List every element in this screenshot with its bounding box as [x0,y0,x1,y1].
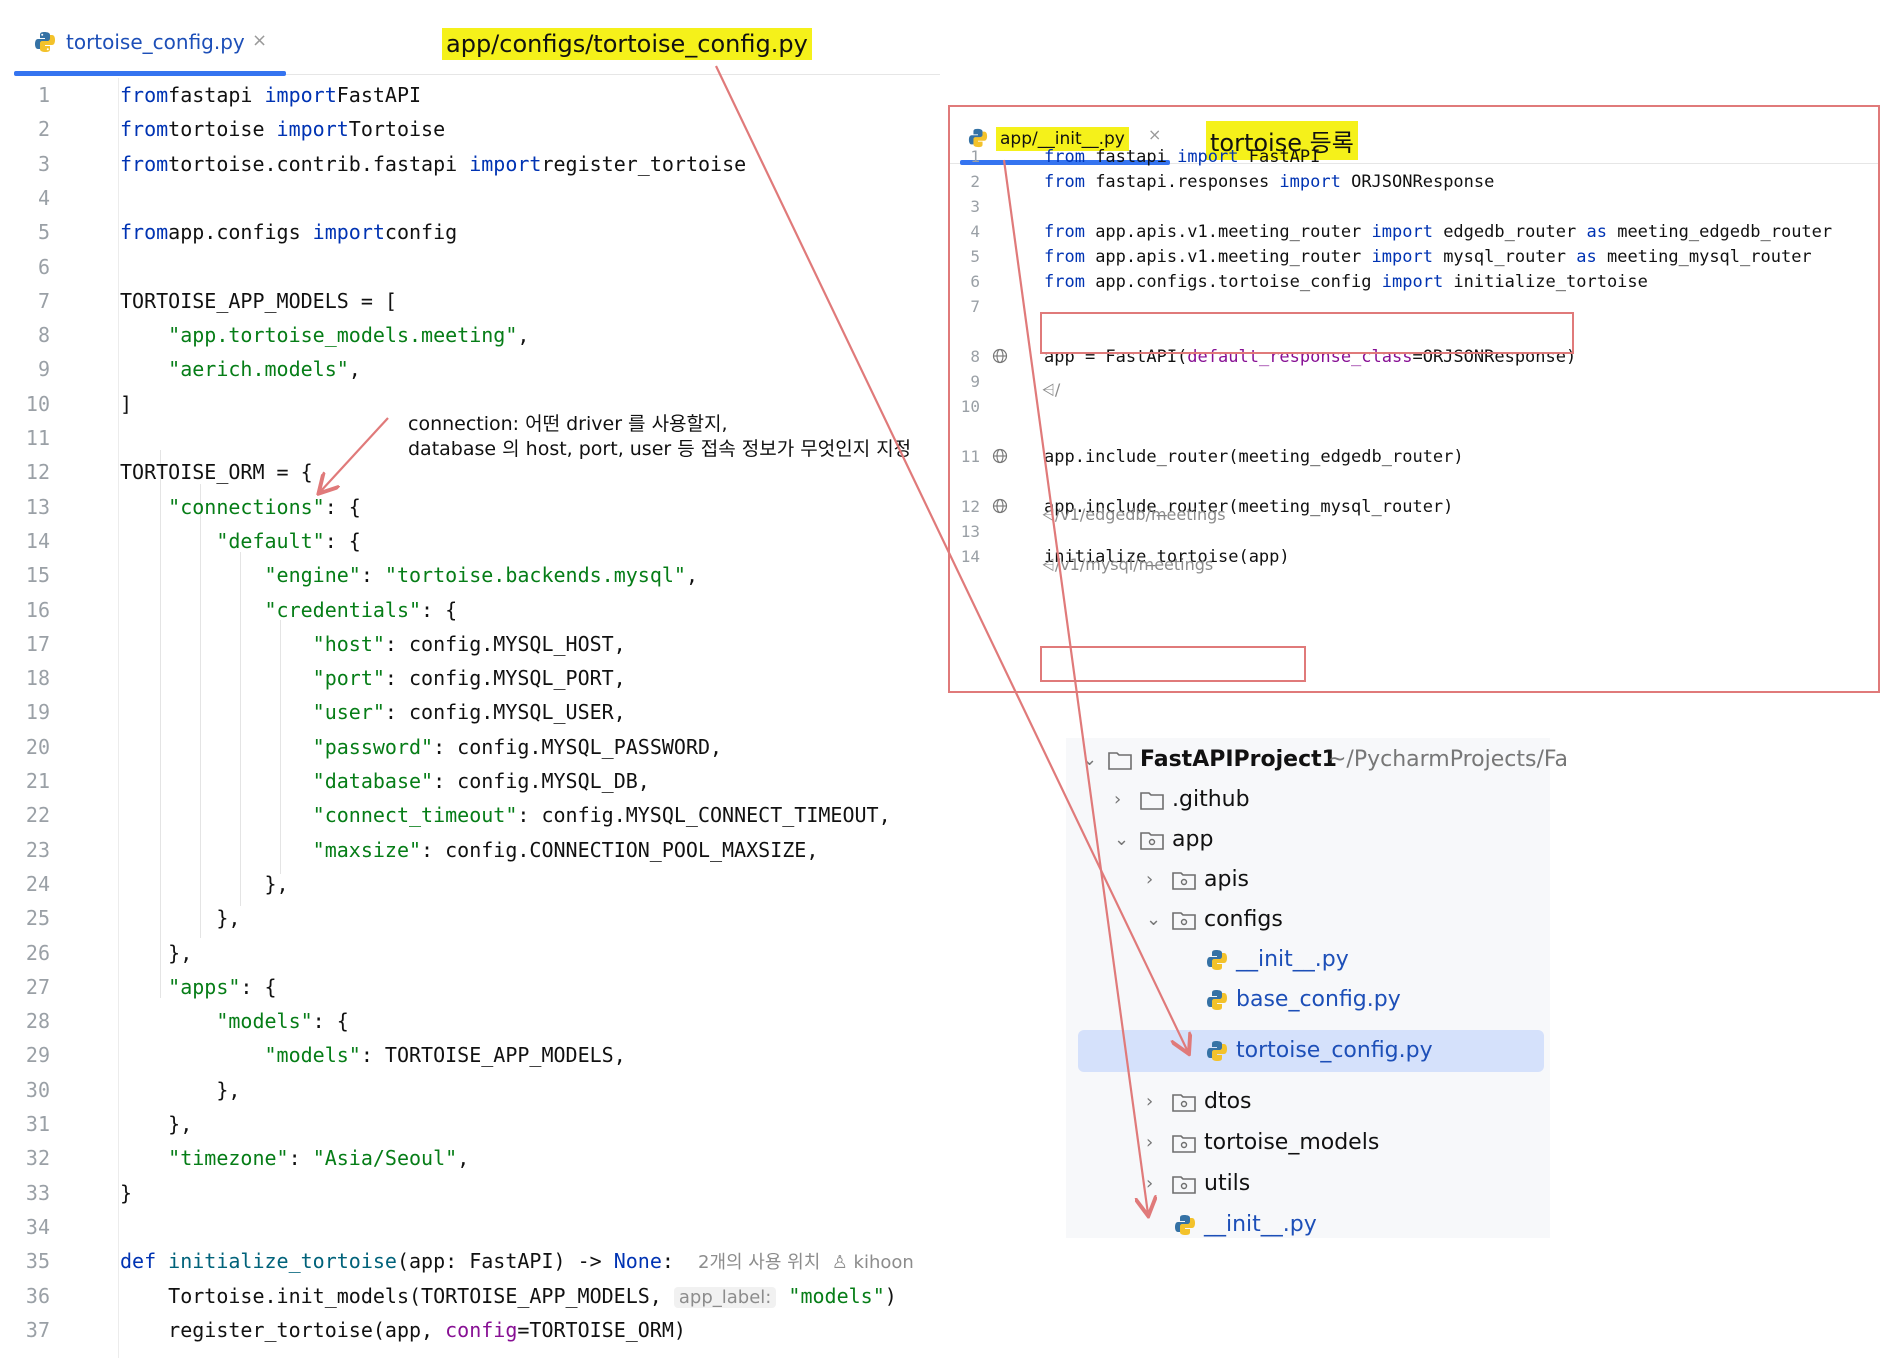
arrow-annotation-to-connections [320,417,389,492]
arrow-path-to-tortoise-config [715,65,1188,1052]
annotation-arrows [0,65,1896,1366]
arrow-init-to-app-init [1002,159,1148,1214]
